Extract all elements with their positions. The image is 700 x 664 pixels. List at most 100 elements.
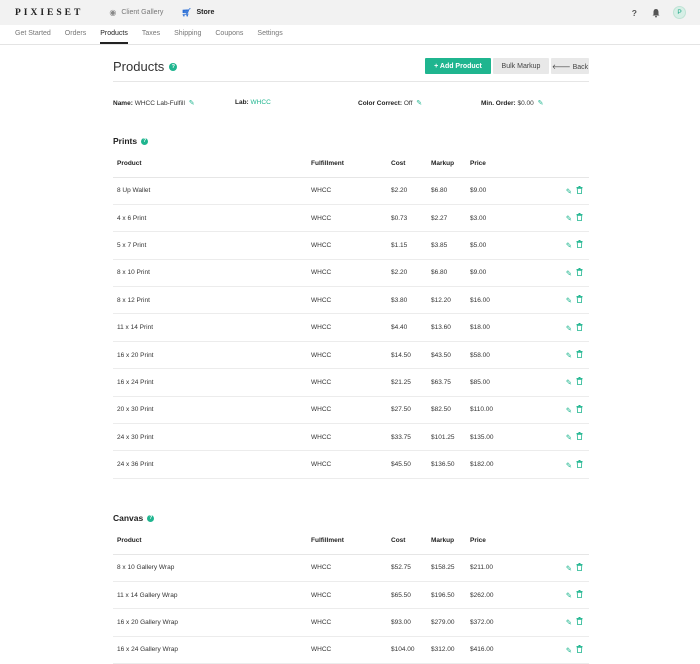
help-circle-icon[interactable]: ?	[169, 62, 178, 71]
edit-pencil-icon[interactable]: ✎	[566, 646, 572, 655]
row-actions: ✎	[554, 581, 589, 610]
table-header-row: Product Fulfillment Cost Markup Price	[113, 527, 589, 555]
delete-trash-icon[interactable]	[576, 459, 583, 470]
price-cell: $262.00	[470, 581, 554, 610]
edit-min-order-icon[interactable]: ✎	[538, 100, 544, 107]
pixieset-logo[interactable]: PIXIESET	[15, 8, 83, 18]
cost-cell: $21.25	[391, 368, 431, 397]
camera-icon: ◉	[109, 8, 117, 17]
fulfillment-cell: WHCC	[311, 608, 391, 637]
product-cell: 8 Up Wallet	[113, 177, 311, 205]
edit-color-correct-icon[interactable]: ✎	[416, 100, 422, 107]
tab-products[interactable]: Products	[100, 30, 128, 44]
price-sheet-name: Name: WHCC Lab-Fulfill ✎	[113, 99, 195, 107]
edit-pencil-icon[interactable]: ✎	[566, 214, 572, 223]
fulfillment-cell: WHCC	[311, 581, 391, 610]
tab-coupons[interactable]: Coupons	[215, 30, 243, 44]
edit-pencil-icon[interactable]: ✎	[566, 296, 572, 305]
table-row: 24 x 36 Print WHCC $45.50 $136.50 $182.00 ✎	[113, 450, 589, 479]
delete-trash-icon[interactable]	[576, 562, 583, 573]
edit-pencil-icon[interactable]: ✎	[566, 406, 572, 415]
avatar[interactable]: P	[673, 6, 686, 19]
add-product-button[interactable]: + Add Product	[425, 58, 491, 74]
product-cell: 16 x 20 Gallery Wrap	[113, 608, 311, 637]
tab-settings[interactable]: Settings	[257, 30, 282, 44]
delete-trash-icon[interactable]	[576, 240, 583, 250]
edit-pencil-icon[interactable]: ✎	[566, 241, 572, 250]
delete-trash-icon[interactable]	[576, 590, 583, 600]
back-button[interactable]: 🡐 Back	[551, 58, 589, 74]
prints-table: Product Fulfillment Cost Markup Price 8 …	[113, 150, 589, 479]
help-icon[interactable]: ?	[632, 8, 637, 18]
edit-pencil-icon[interactable]: ✎	[566, 461, 572, 470]
help-circle-icon[interactable]: ?	[141, 137, 149, 145]
col-markup: Markup	[431, 527, 470, 555]
delete-trash-icon[interactable]	[576, 213, 583, 223]
top-bar: PIXIESET ◉ Client Gallery 🛒︎ Store ? P	[0, 0, 700, 25]
client-gallery-link[interactable]: ◉ Client Gallery	[109, 8, 163, 17]
prints-section-title: Prints ?	[113, 136, 149, 146]
edit-pencil-icon[interactable]: ✎	[566, 433, 572, 442]
delete-trash-icon[interactable]	[576, 432, 583, 442]
price-cell: $416.00	[470, 636, 554, 664]
edit-pencil-icon[interactable]: ✎	[566, 187, 572, 196]
cost-cell: $3.80	[391, 286, 431, 315]
markup-cell: $6.80	[431, 259, 470, 288]
edit-name-icon[interactable]: ✎	[189, 100, 195, 107]
fulfillment-cell: WHCC	[311, 450, 391, 479]
edit-pencil-icon[interactable]: ✎	[566, 564, 572, 573]
markup-cell: $158.25	[431, 554, 470, 582]
row-actions: ✎	[554, 636, 589, 664]
delete-trash-icon[interactable]	[576, 617, 583, 627]
delete-trash-icon[interactable]	[576, 404, 583, 415]
delete-trash-icon[interactable]	[576, 350, 583, 360]
markup-cell: $136.50	[431, 450, 470, 479]
edit-pencil-icon[interactable]: ✎	[566, 378, 572, 387]
fulfillment-cell: WHCC	[311, 636, 391, 664]
delete-trash-icon[interactable]	[576, 185, 583, 196]
edit-pencil-icon[interactable]: ✎	[566, 324, 572, 333]
products-content: Products ? + Add Product Bulk Markup 🡐 B…	[113, 52, 589, 664]
lab-link[interactable]: WHCC	[251, 99, 271, 106]
fulfillment-cell: WHCC	[311, 177, 391, 205]
price-cell: $110.00	[470, 396, 554, 425]
help-circle-icon[interactable]: ?	[147, 514, 155, 522]
cost-cell: $2.20	[391, 177, 431, 205]
delete-trash-icon[interactable]	[576, 295, 583, 305]
edit-pencil-icon[interactable]: ✎	[566, 591, 572, 600]
delete-trash-icon[interactable]	[576, 267, 583, 278]
bell-icon[interactable]	[651, 8, 661, 18]
bulk-markup-button[interactable]: Bulk Markup	[493, 58, 549, 74]
table-header-row: Product Fulfillment Cost Markup Price	[113, 150, 589, 178]
delete-trash-icon[interactable]	[576, 644, 583, 655]
fulfillment-cell: WHCC	[311, 396, 391, 425]
price-cell: $9.00	[470, 177, 554, 205]
tab-shipping[interactable]: Shipping	[174, 30, 201, 44]
tab-taxes[interactable]: Taxes	[142, 30, 160, 44]
store-label: Store	[196, 9, 215, 16]
cost-cell: $93.00	[391, 608, 431, 637]
row-actions: ✎	[554, 423, 589, 452]
edit-pencil-icon[interactable]: ✎	[566, 351, 572, 360]
table-row: 16 x 24 Print WHCC $21.25 $63.75 $85.00 ✎	[113, 368, 589, 397]
price-cell: $372.00	[470, 608, 554, 637]
markup-cell: $2.27	[431, 204, 470, 233]
edit-pencil-icon[interactable]: ✎	[566, 618, 572, 627]
edit-pencil-icon[interactable]: ✎	[566, 269, 572, 278]
price-sheet-lab: Lab: WHCC	[235, 99, 271, 106]
prints-title: Prints	[113, 136, 138, 146]
canvas-table-body: 8 x 10 Gallery Wrap WHCC $52.75 $158.25 $211…	[113, 554, 589, 664]
tab-get-started[interactable]: Get Started	[15, 30, 51, 44]
table-row: 8 x 10 Gallery Wrap WHCC $52.75 $158.25 $211…	[113, 554, 589, 582]
store-link[interactable]: 🛒︎ Store	[181, 8, 214, 17]
product-cell: 24 x 30 Print	[113, 423, 311, 452]
product-cell: 16 x 24 Gallery Wrap	[113, 636, 311, 664]
delete-trash-icon[interactable]	[576, 322, 583, 333]
table-row: 8 x 10 Print WHCC $2.20 $6.80 $9.00 ✎	[113, 259, 589, 288]
price-sheet-color-correct: Color Correct: Off ✎	[358, 99, 422, 107]
table-row: 16 x 20 Gallery Wrap WHCC $93.00 $279.00 $37…	[113, 608, 589, 637]
delete-trash-icon[interactable]	[576, 377, 583, 387]
price-cell: $18.00	[470, 313, 554, 342]
tab-orders[interactable]: Orders	[65, 30, 86, 44]
markup-cell: $82.50	[431, 396, 470, 425]
